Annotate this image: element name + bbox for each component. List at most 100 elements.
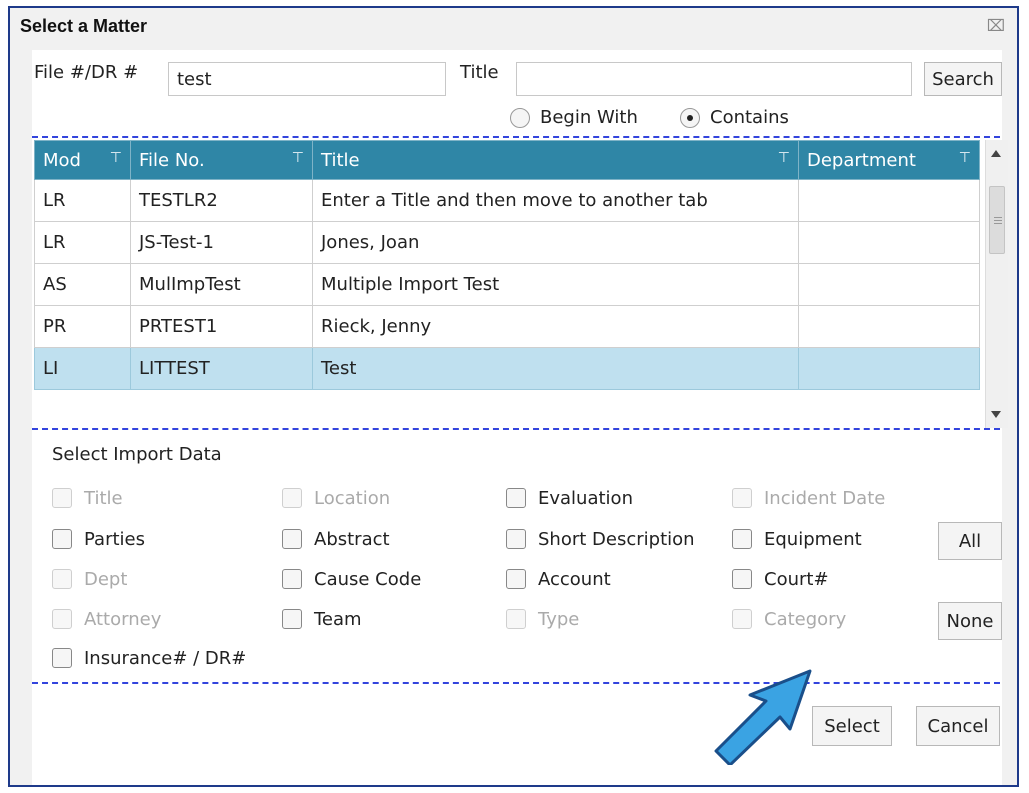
column-file-no-label: File No. [139, 149, 205, 171]
checkbox-icon [732, 529, 752, 549]
cell-mod: LR [34, 179, 131, 222]
cell-mod: PR [34, 305, 131, 348]
checkbox-icon [52, 529, 72, 549]
checkbox-label: Category [764, 608, 847, 630]
checkbox-title[interactable]: Title [52, 486, 123, 510]
grip-line [994, 217, 1002, 218]
table-row[interactable]: PR PRTEST1 Rieck, Jenny [34, 305, 980, 348]
checkbox-cause-code[interactable]: Cause Code [282, 567, 421, 591]
search-button[interactable]: Search [924, 62, 1002, 96]
checkbox-court[interactable]: Court# [732, 567, 829, 591]
column-mod-label: Mod [43, 149, 81, 171]
checkbox-insurance-dr[interactable]: Insurance# / DR# [52, 646, 246, 670]
begin-with-radio[interactable]: Begin With [510, 107, 638, 128]
checkbox-label: Title [84, 487, 123, 509]
table-row[interactable]: AS MulImpTest Multiple Import Test [34, 263, 980, 306]
checkbox-icon [506, 529, 526, 549]
grip-line [994, 223, 1002, 224]
contains-radio[interactable]: Contains [680, 107, 789, 128]
divider-middle [32, 428, 1000, 430]
divider-top [32, 136, 1000, 138]
close-icon[interactable]: ⌧ [987, 16, 1005, 35]
checkbox-icon [282, 488, 302, 508]
cell-title: Enter a Title and then move to another t… [312, 179, 799, 222]
import-section-title: Select Import Data [52, 444, 222, 465]
column-department-label: Department [807, 149, 916, 171]
checkbox-label: Equipment [764, 528, 862, 550]
title-label: Title [460, 62, 499, 83]
radio-begin-with-icon [510, 107, 530, 128]
checkbox-icon [52, 569, 72, 589]
cell-title: Rieck, Jenny [312, 305, 799, 348]
file-number-input[interactable] [168, 62, 446, 96]
checkbox-icon [282, 569, 302, 589]
select-button[interactable]: Select [812, 706, 892, 746]
select-matter-dialog: Select a Matter ⌧ File #/DR # Title Sear… [8, 6, 1019, 787]
checkbox-label: Type [538, 608, 580, 630]
checkbox-evaluation[interactable]: Evaluation [506, 486, 633, 510]
column-header-department[interactable]: Department ⊤ [798, 140, 980, 180]
checkbox-equipment[interactable]: Equipment [732, 527, 862, 551]
checkbox-incident-date[interactable]: Incident Date [732, 486, 885, 510]
checkbox-icon [506, 569, 526, 589]
checkbox-team[interactable]: Team [282, 607, 362, 631]
cell-title: Test [312, 347, 799, 390]
dialog-title: Select a Matter [20, 16, 148, 36]
checkbox-dept[interactable]: Dept [52, 567, 127, 591]
table-row[interactable]: LR JS-Test-1 Jones, Joan [34, 221, 980, 264]
cell-department [798, 179, 980, 222]
checkbox-label: Cause Code [314, 568, 422, 590]
checkbox-icon [52, 648, 72, 668]
checkbox-icon [732, 488, 752, 508]
checkbox-icon [282, 529, 302, 549]
scroll-up-icon[interactable] [991, 150, 1001, 157]
cell-file-no: TESTLR2 [130, 179, 313, 222]
checkbox-type[interactable]: Type [506, 607, 579, 631]
checkbox-label: Account [538, 568, 611, 590]
dialog-titlebar: Select a Matter ⌧ [10, 8, 1017, 44]
checkbox-parties[interactable]: Parties [52, 527, 145, 551]
filter-icon[interactable]: ⊤ [959, 150, 971, 166]
matters-grid: Mod ⊤ File No. ⊤ Title ⊤ Department ⊤ LR TES… [34, 140, 1009, 428]
cell-mod: LR [34, 221, 131, 264]
cancel-button[interactable]: Cancel [916, 706, 1000, 746]
column-header-title[interactable]: Title ⊤ [312, 140, 799, 180]
checkbox-label: Court# [764, 568, 829, 590]
table-row-selected[interactable]: LI LITTEST Test [34, 347, 980, 390]
filter-icon[interactable]: ⊤ [292, 150, 304, 166]
grip-line [994, 220, 1002, 221]
radio-contains-icon [680, 107, 700, 128]
column-header-mod[interactable]: Mod ⊤ [34, 140, 131, 180]
matters-table: Mod ⊤ File No. ⊤ Title ⊤ Department ⊤ LR TES… [34, 140, 980, 390]
checkbox-location[interactable]: Location [282, 486, 390, 510]
cell-title: Jones, Joan [312, 221, 799, 264]
checkbox-category[interactable]: Category [732, 607, 846, 631]
checkbox-label: Short Description [538, 528, 695, 550]
select-all-button[interactable]: All [938, 522, 1002, 560]
checkbox-label: Incident Date [764, 487, 886, 509]
file-number-label: File #/DR # [34, 62, 139, 83]
dialog-content: File #/DR # Title Search Begin With Cont… [32, 50, 1008, 785]
begin-with-label: Begin With [540, 107, 638, 128]
grid-header-row: Mod ⊤ File No. ⊤ Title ⊤ Department ⊤ [34, 140, 980, 180]
select-none-button[interactable]: None [938, 602, 1002, 640]
cell-mod: LI [34, 347, 131, 390]
cell-file-no: JS-Test-1 [130, 221, 313, 264]
checkbox-account[interactable]: Account [506, 567, 611, 591]
checkbox-label: Dept [84, 568, 128, 590]
checkbox-icon [52, 609, 72, 629]
checkbox-abstract[interactable]: Abstract [282, 527, 390, 551]
filter-icon[interactable]: ⊤ [778, 150, 790, 166]
checkbox-short-description[interactable]: Short Description [506, 527, 695, 551]
grid-vertical-scrollbar[interactable] [985, 140, 1008, 428]
table-row[interactable]: LR TESTLR2 Enter a Title and then move t… [34, 179, 980, 222]
checkbox-attorney[interactable]: Attorney [52, 607, 161, 631]
column-header-file-no[interactable]: File No. ⊤ [130, 140, 313, 180]
cell-file-no: MulImpTest [130, 263, 313, 306]
scroll-down-icon[interactable] [991, 411, 1001, 418]
filter-icon[interactable]: ⊤ [110, 150, 122, 166]
title-input[interactable] [516, 62, 912, 96]
checkbox-label: Abstract [314, 528, 390, 550]
checkbox-icon [52, 488, 72, 508]
scroll-thumb[interactable] [989, 186, 1005, 254]
